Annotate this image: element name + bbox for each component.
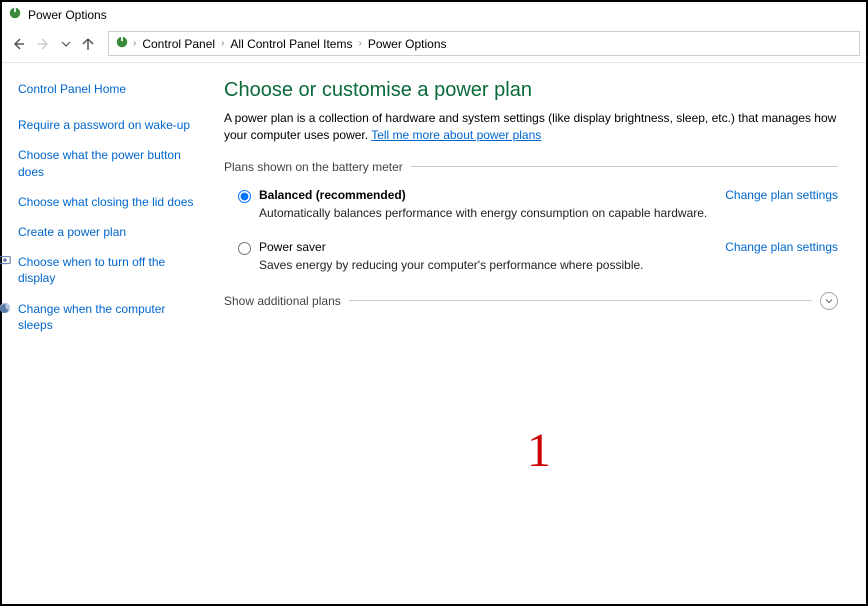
plans-section-text: Plans shown on the battery meter [224, 160, 403, 174]
power-plug-icon [115, 35, 129, 52]
plan-balanced: Balanced (recommended) Automatically bal… [224, 188, 838, 220]
recent-dropdown-icon[interactable] [60, 34, 72, 54]
show-additional-plans[interactable]: Show additional plans [224, 292, 838, 310]
plans-section-label: Plans shown on the battery meter [224, 160, 838, 174]
content-area: Control Panel Home Require a password on… [2, 63, 866, 609]
plan-radio-power-saver[interactable] [238, 242, 251, 255]
intro-link[interactable]: Tell me more about power plans [371, 128, 541, 142]
plan-radio-balanced[interactable] [238, 190, 251, 203]
display-icon [0, 254, 12, 271]
intro-text: A power plan is a collection of hardware… [224, 110, 838, 144]
plan-description: Saves energy by reducing your computer's… [259, 258, 713, 272]
back-button[interactable] [8, 34, 28, 54]
plan-title: Power saver [259, 240, 713, 254]
divider [411, 166, 838, 167]
page-heading: Choose or customise a power plan [224, 79, 838, 102]
breadcrumb-item[interactable]: Control Panel [140, 37, 217, 51]
plan-description: Automatically balances performance with … [259, 206, 713, 220]
breadcrumb-item[interactable]: All Control Panel Items [228, 37, 354, 51]
plan-power-saver: Power saver Saves energy by reducing you… [224, 240, 838, 272]
sidebar-home-link[interactable]: Control Panel Home [18, 81, 200, 97]
breadcrumb-item[interactable]: Power Options [366, 37, 449, 51]
plan-title: Balanced (recommended) [259, 188, 713, 202]
change-plan-settings-link[interactable]: Change plan settings [725, 188, 838, 202]
chevron-right-icon: › [358, 38, 361, 49]
divider [349, 300, 812, 301]
window-title: Power Options [28, 8, 107, 22]
sidebar-link-closing-lid[interactable]: Choose what closing the lid does [18, 194, 200, 210]
sidebar-link-power-button[interactable]: Choose what the power button does [18, 147, 200, 179]
sidebar-link-computer-sleeps[interactable]: Change when the computer sleeps [18, 301, 200, 333]
navigation-bar: › Control Panel › All Control Panel Item… [2, 27, 866, 63]
change-plan-settings-link[interactable]: Change plan settings [725, 240, 838, 254]
power-plug-icon [8, 6, 22, 23]
chevron-right-icon: › [221, 38, 224, 49]
chevron-down-icon[interactable] [820, 292, 838, 310]
main-panel: Choose or customise a power plan A power… [212, 63, 866, 609]
breadcrumb[interactable]: › Control Panel › All Control Panel Item… [108, 31, 860, 56]
expander-label: Show additional plans [224, 294, 341, 308]
sidebar-link-turn-off-display[interactable]: Choose when to turn off the display [18, 254, 200, 286]
sidebar-link-require-password[interactable]: Require a password on wake-up [18, 117, 200, 133]
overlay-annotation: 1 [527, 423, 551, 478]
sidebar: Control Panel Home Require a password on… [2, 63, 212, 609]
chevron-right-icon: › [133, 38, 136, 49]
sleep-icon [0, 301, 12, 318]
up-button[interactable] [78, 34, 98, 54]
forward-button[interactable] [34, 34, 54, 54]
sidebar-link-create-plan[interactable]: Create a power plan [18, 224, 200, 240]
title-bar: Power Options [2, 2, 866, 27]
